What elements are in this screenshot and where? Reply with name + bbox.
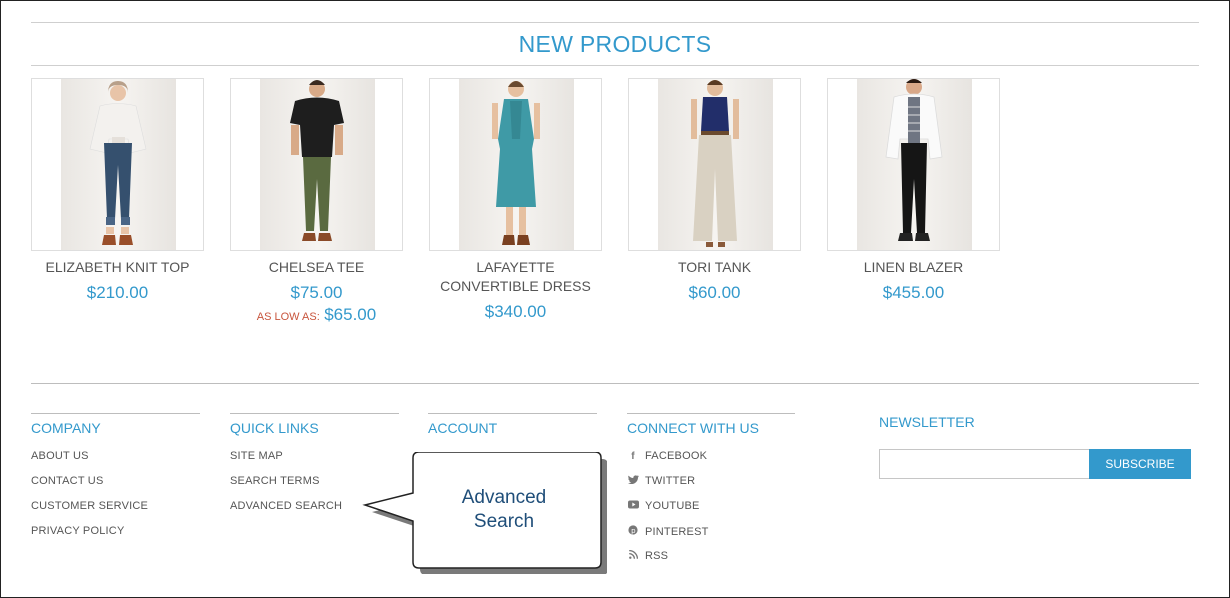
product-price: $60.00 [688, 283, 741, 302]
product-card[interactable]: LAFAYETTE CONVERTIBLE DRESS $340.00 [429, 78, 602, 322]
social-link-twitter[interactable]: TWITTER [627, 475, 795, 500]
product-image[interactable] [31, 78, 204, 251]
twitter-icon [627, 475, 639, 487]
model-figure [691, 80, 739, 247]
newsletter-heading: NEWSLETTER [879, 414, 975, 430]
product-name-line: LAFAYETTE [476, 259, 555, 275]
subscribe-button[interactable]: SUBSCRIBE [1089, 449, 1191, 479]
callout-text: Advanced Search [410, 486, 598, 534]
product-price: $340.00 [484, 302, 547, 321]
newsletter: NEWSLETTER SUBSCRIBE [879, 414, 1191, 479]
model-figure [290, 80, 344, 241]
product-image[interactable] [230, 78, 403, 251]
as-low-as-label: AS LOW AS: [256, 311, 320, 323]
footer-heading: QUICK LINKS [230, 420, 319, 436]
footer-heading: COMPANY [31, 420, 101, 436]
pinterest-icon: p [627, 525, 639, 538]
product-name[interactable]: LAFAYETTE CONVERTIBLE DRESS [429, 258, 602, 296]
product-price: $75.00 [290, 283, 343, 302]
divider [31, 65, 1199, 66]
social-label: FACEBOOK [645, 450, 708, 462]
newsletter-email-input[interactable] [879, 449, 1090, 479]
divider [31, 22, 1199, 23]
footer-link-about-us[interactable]: ABOUT US [31, 450, 200, 475]
footer-link-privacy-policy[interactable]: PRIVACY POLICY [31, 525, 200, 550]
product-name[interactable]: TORI TANK [628, 258, 801, 277]
social-label: YOUTUBE [645, 500, 700, 512]
youtube-icon [627, 500, 639, 512]
social-label: TWITTER [645, 475, 696, 487]
as-low-as-price: $65.00 [324, 305, 377, 324]
social-label: RSS [645, 550, 669, 562]
newsletter-form: SUBSCRIBE [879, 449, 1191, 479]
callout-line: Search [473, 511, 535, 532]
product-price: $455.00 [882, 283, 945, 302]
section-title: NEW PRODUCTS [518, 31, 712, 57]
footer-connect: CONNECT WITH US f FACEBOOK TWITTER YOUTUB… [627, 413, 795, 575]
product-image[interactable] [628, 78, 801, 251]
footer-company: COMPANY ABOUT US CONTACT US CUSTOMER SER… [31, 413, 200, 550]
callout-line: Advanced [461, 487, 547, 508]
model-figure [89, 81, 147, 245]
footer-account: ACCOUNT [428, 413, 597, 450]
product-name[interactable]: ELIZABETH KNIT TOP [31, 258, 204, 277]
social-label: PINTEREST [645, 526, 709, 538]
rss-icon [627, 549, 639, 562]
product-image[interactable] [827, 78, 1000, 251]
model-figure [492, 81, 540, 245]
product-name-line: CONVERTIBLE DRESS [440, 278, 591, 294]
product-card[interactable]: LINEN BLAZER $455.00 [827, 78, 1000, 303]
product-card[interactable]: ELIZABETH KNIT TOP $210.00 [31, 78, 204, 303]
product-name[interactable]: LINEN BLAZER [827, 258, 1000, 277]
model-figure [885, 79, 943, 241]
as-low-as: AS LOW AS: $65.00 [230, 305, 403, 325]
product-card[interactable]: TORI TANK $60.00 [628, 78, 801, 303]
social-link-rss[interactable]: RSS [627, 549, 795, 575]
footer-heading: CONNECT WITH US [627, 420, 759, 436]
footer-link-customer-service[interactable]: CUSTOMER SERVICE [31, 500, 200, 525]
social-link-youtube[interactable]: YOUTUBE [627, 500, 795, 525]
svg-text:p: p [631, 527, 636, 535]
facebook-icon: f [631, 451, 635, 462]
product-name[interactable]: CHELSEA TEE [230, 258, 403, 277]
social-link-facebook[interactable]: f FACEBOOK [627, 450, 795, 475]
product-image[interactable] [429, 78, 602, 251]
product-price: $210.00 [86, 283, 149, 302]
footer-link-contact-us[interactable]: CONTACT US [31, 475, 200, 500]
footer-divider [31, 383, 1199, 384]
social-link-pinterest[interactable]: p PINTEREST [627, 525, 795, 550]
footer-heading: ACCOUNT [428, 420, 498, 436]
product-card[interactable]: CHELSEA TEE $75.00 AS LOW AS: $65.00 [230, 78, 403, 325]
